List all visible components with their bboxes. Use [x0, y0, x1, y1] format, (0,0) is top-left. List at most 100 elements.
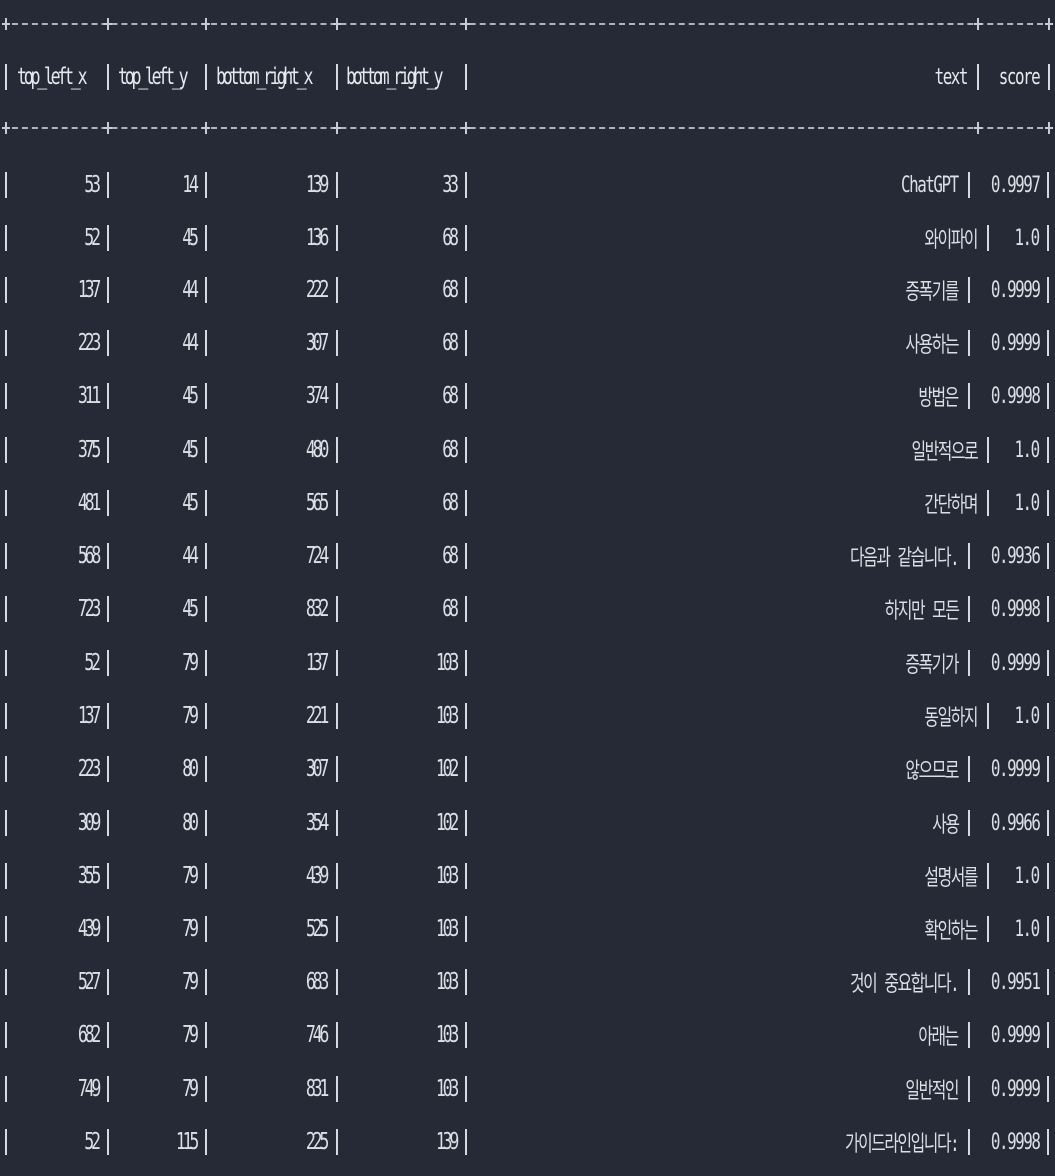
column-separator: [968, 756, 970, 782]
column-separator: [336, 969, 338, 995]
column-separator: [336, 1022, 338, 1048]
column-separator: [5, 64, 7, 90]
column-separator: [465, 225, 467, 251]
column-separator: [336, 703, 338, 729]
column-separator: [205, 969, 207, 995]
cell-score: 0.9998: [990, 1129, 1040, 1155]
column-separator: [465, 64, 467, 90]
cell-text: 하지만 모든: [884, 599, 959, 624]
cell-top-left-y: 79: [182, 650, 200, 676]
column-separator: [1047, 1076, 1049, 1102]
cell-top-left-x: 682: [77, 1022, 101, 1048]
cell-bottom-right-y: 103: [435, 916, 459, 942]
column-separator: [968, 810, 970, 836]
cell-score: 0.9936: [990, 543, 1040, 569]
cell-text: 동일하지: [924, 706, 978, 731]
column-separator: [977, 64, 979, 90]
column-separator: [107, 383, 109, 409]
column-separator: [205, 916, 207, 942]
column-separator: [1047, 916, 1049, 942]
table-row: 439 79 525 103 확인하는 1.0: [0, 902, 1055, 956]
column-separator: [465, 383, 467, 409]
cell-bottom-right-x: 307: [305, 330, 329, 356]
table-row: 223 44 307 68 사용하는 0.9999: [0, 316, 1055, 370]
column-separator: [107, 1129, 109, 1155]
cell-score: 0.9998: [990, 383, 1040, 409]
column-separator: [987, 225, 989, 251]
table-row: 223 80 307 102 않으므로 0.9999: [0, 742, 1055, 796]
table-row: 52 45 136 68 와이파이 1.0: [0, 211, 1055, 265]
column-separator: [465, 703, 467, 729]
column-header-top-left-y: top_left_y: [118, 64, 189, 90]
column-separator: [336, 383, 338, 409]
column-separator: [336, 863, 338, 889]
cell-top-left-x: 568: [77, 543, 101, 569]
cell-top-left-y: 79: [182, 1022, 200, 1048]
border-corner-plus: [202, 122, 210, 134]
column-separator: [968, 596, 970, 622]
cell-text: 방법은: [918, 386, 960, 411]
cell-bottom-right-x: 746: [305, 1022, 329, 1048]
cell-text: 일반적으로: [911, 440, 978, 465]
border-corner-plus: [462, 18, 470, 30]
column-separator: [107, 437, 109, 463]
cell-top-left-x: 52: [84, 650, 102, 676]
cell-text: 사용: [931, 813, 960, 838]
cell-top-left-x: 223: [77, 330, 101, 356]
column-separator: [205, 277, 207, 303]
column-separator: [107, 1076, 109, 1102]
cell-bottom-right-y: 139: [435, 1129, 459, 1155]
column-separator: [987, 703, 989, 729]
cell-text: 않으므로: [905, 759, 959, 784]
cell-bottom-right-x: 307: [305, 756, 329, 782]
cell-score: 0.9999: [990, 330, 1040, 356]
column-separator: [5, 596, 7, 622]
column-separator: [465, 916, 467, 942]
column-separator: [1047, 703, 1049, 729]
column-separator: [336, 1129, 338, 1155]
cell-text: 확인하는: [924, 919, 978, 944]
column-separator: [107, 277, 109, 303]
cell-bottom-right-x: 565: [305, 490, 329, 516]
cell-score: 0.9999: [990, 1076, 1040, 1102]
column-separator: [465, 810, 467, 836]
cell-top-left-x: 481: [77, 490, 101, 516]
column-separator: [107, 64, 109, 90]
table-row: 481 45 565 68 간단하며 1.0: [0, 476, 1055, 530]
table-row: 311 45 374 68 방법은 0.9998: [0, 369, 1055, 423]
cell-top-left-y: 45: [182, 596, 200, 622]
cell-top-left-y: 44: [182, 277, 200, 303]
cell-top-left-x: 527: [77, 969, 101, 995]
column-separator: [1047, 543, 1049, 569]
column-separator: [336, 810, 338, 836]
column-separator: [107, 596, 109, 622]
cell-top-left-x: 52: [84, 225, 102, 251]
column-separator: [968, 172, 970, 198]
table-border-line: [0, 12, 1055, 36]
cell-score: 1.0: [1014, 225, 1041, 251]
cell-top-left-x: 311: [77, 383, 101, 409]
table-row: 137 44 222 68 증폭기를 0.9999: [0, 263, 1055, 317]
cell-top-left-y: 79: [182, 863, 200, 889]
cell-bottom-right-y: 103: [435, 703, 459, 729]
cell-bottom-right-x: 221: [305, 703, 329, 729]
column-separator: [107, 969, 109, 995]
column-separator: [205, 703, 207, 729]
cell-text: ChatGPT: [901, 172, 959, 198]
column-separator: [336, 225, 338, 251]
cell-bottom-right-y: 68: [442, 225, 460, 251]
table-row: 355 79 439 103 설명서를 1.0: [0, 849, 1055, 903]
cell-score: 0.9998: [990, 596, 1040, 622]
table-header-row: top_left_x top_left_y bottom_right_x bottom…: [0, 50, 1055, 104]
column-separator: [5, 863, 7, 889]
dashed-rule: [2, 23, 1053, 25]
cell-score: 0.9951: [990, 969, 1040, 995]
column-separator: [336, 916, 338, 942]
column-separator: [968, 1076, 970, 1102]
cell-text: 간단하며: [924, 493, 978, 518]
border-corner-plus: [974, 122, 982, 134]
cell-top-left-x: 309: [77, 810, 101, 836]
cell-bottom-right-y: 103: [435, 650, 459, 676]
cell-bottom-right-x: 439: [305, 863, 329, 889]
cell-bottom-right-y: 103: [435, 1076, 459, 1102]
